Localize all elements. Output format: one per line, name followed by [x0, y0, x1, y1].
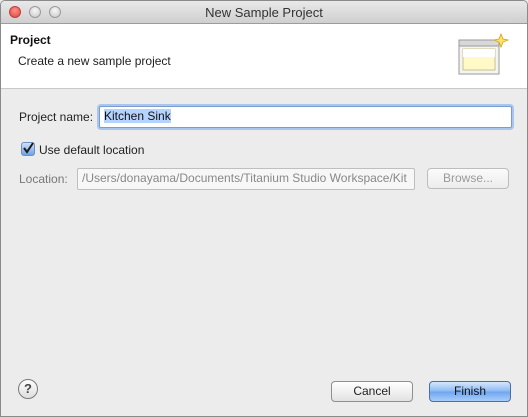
use-default-location-checkbox[interactable]	[21, 142, 35, 156]
banner-description: Create a new sample project	[18, 54, 171, 68]
banner-title: Project	[10, 33, 51, 47]
cancel-button[interactable]: Cancel	[331, 381, 413, 402]
browse-button[interactable]: Browse...	[427, 168, 509, 189]
finish-button[interactable]: Finish	[429, 381, 511, 402]
project-name-label: Project name:	[19, 110, 94, 124]
project-name-value: Kitchen Sink	[104, 109, 171, 123]
location-input[interactable]: /Users/donayama/Documents/Titanium Studi…	[77, 168, 415, 190]
window-title: New Sample Project	[205, 5, 323, 20]
wizard-banner: Project Create a new sample project	[1, 24, 527, 89]
wizard-banner-icon	[458, 32, 509, 75]
location-label: Location:	[19, 172, 68, 186]
help-icon[interactable]: ?	[18, 379, 38, 399]
dialog-window: New Sample Project Project Create a new …	[0, 0, 528, 417]
title-bar[interactable]: New Sample Project	[1, 1, 527, 24]
checkmark-icon	[23, 142, 34, 154]
project-name-input[interactable]: Kitchen Sink	[99, 106, 512, 128]
use-default-location-label[interactable]: Use default location	[39, 143, 144, 157]
